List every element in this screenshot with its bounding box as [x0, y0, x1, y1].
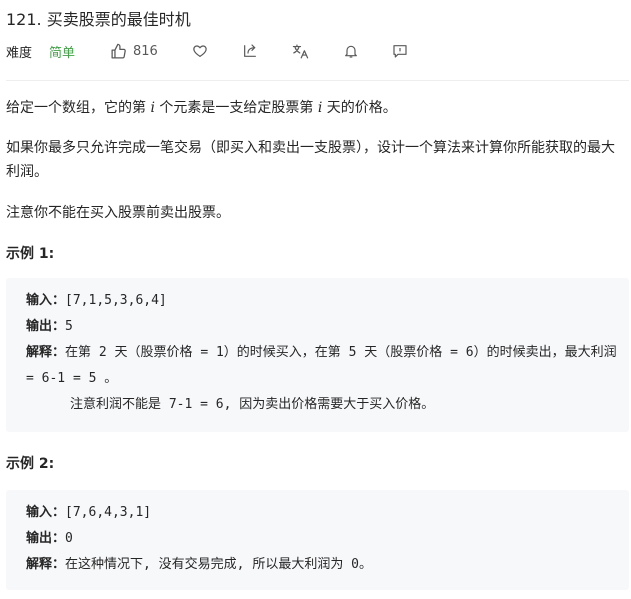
explain-label: 解释：	[26, 345, 66, 360]
example-2-input-line: 输入：[7,6,4,3,1]	[26, 500, 629, 526]
input-label: 输入：	[26, 293, 66, 308]
example-1-title: 示例 1:	[6, 246, 55, 262]
translate-icon	[292, 44, 309, 58]
input-value: [7,6,4,3,1]	[65, 505, 152, 520]
difficulty-value: 简单	[49, 45, 76, 61]
explain-text: 在第 2 天（股票价格 = 1）的时候买入，在第 5 天（股票价格 = 6）的时…	[26, 345, 617, 386]
example-1-note-line: 注意利润不能是 7-1 = 6, 因为卖出价格需要大于买入价格。	[70, 397, 435, 412]
like-count: 816	[133, 43, 158, 59]
subscribe-button[interactable]	[343, 40, 359, 62]
example-2-title: 示例 2:	[6, 456, 55, 472]
heart-icon	[193, 45, 207, 57]
input-value: [7,1,5,3,6,4]	[65, 293, 167, 308]
explain-text: 在这种情况下, 没有交易完成, 所以最大利润为 0。	[65, 557, 372, 572]
bell-icon	[345, 45, 357, 58]
output-label: 输出：	[26, 531, 66, 546]
like-button[interactable]: 816	[110, 40, 158, 62]
example-1-explain-line: 解释：在第 2 天（股票价格 = 1）的时候买入，在第 5 天（股票价格 = 6…	[6, 340, 626, 392]
problem-title: 121. 买卖股票的最佳时机	[6, 10, 191, 29]
share-button[interactable]	[242, 40, 258, 62]
thumb-up-icon	[111, 43, 126, 59]
description-paragraph-2: 如果你最多只允许完成一笔交易（即买入和卖出一支股票），设计一个算法来计算你所能获…	[6, 140, 615, 180]
feedback-button[interactable]	[392, 40, 408, 62]
example-2-explain-line: 解释：在这种情况下, 没有交易完成, 所以最大利润为 0。	[26, 552, 629, 578]
input-label: 输入：	[26, 505, 66, 520]
share-icon	[244, 44, 256, 57]
example-1-block: 输入：[7,1,5,3,6,4] 输出：5 解释：在第 2 天（股票价格 = 1…	[6, 278, 629, 432]
translate-button[interactable]	[292, 40, 309, 62]
divider	[6, 80, 629, 81]
example-1-output-line: 输出：5	[26, 314, 629, 340]
output-value: 0	[65, 531, 73, 546]
output-value: 5	[65, 319, 73, 334]
description-note: 注意你不能在买入股票前卖出股票。	[6, 205, 230, 221]
difficulty-label: 难度	[6, 45, 33, 61]
example-2-block: 输入：[7,6,4,3,1] 输出：0 解释：在这种情况下, 没有交易完成, 所…	[6, 490, 629, 590]
output-label: 输出：	[26, 319, 66, 334]
example-1-input-line: 输入：[7,1,5,3,6,4]	[26, 288, 629, 314]
description-paragraph: 给定一个数组，它的第 i 个元素是一支给定股票第 i 天的价格。	[6, 100, 397, 116]
explain-label: 解释：	[26, 557, 66, 572]
favorite-button[interactable]	[192, 40, 208, 62]
feedback-icon	[393, 45, 407, 58]
example-2-output-line: 输出：0	[26, 526, 629, 552]
problem-meta-bar: 难度 简单 816	[6, 40, 626, 62]
